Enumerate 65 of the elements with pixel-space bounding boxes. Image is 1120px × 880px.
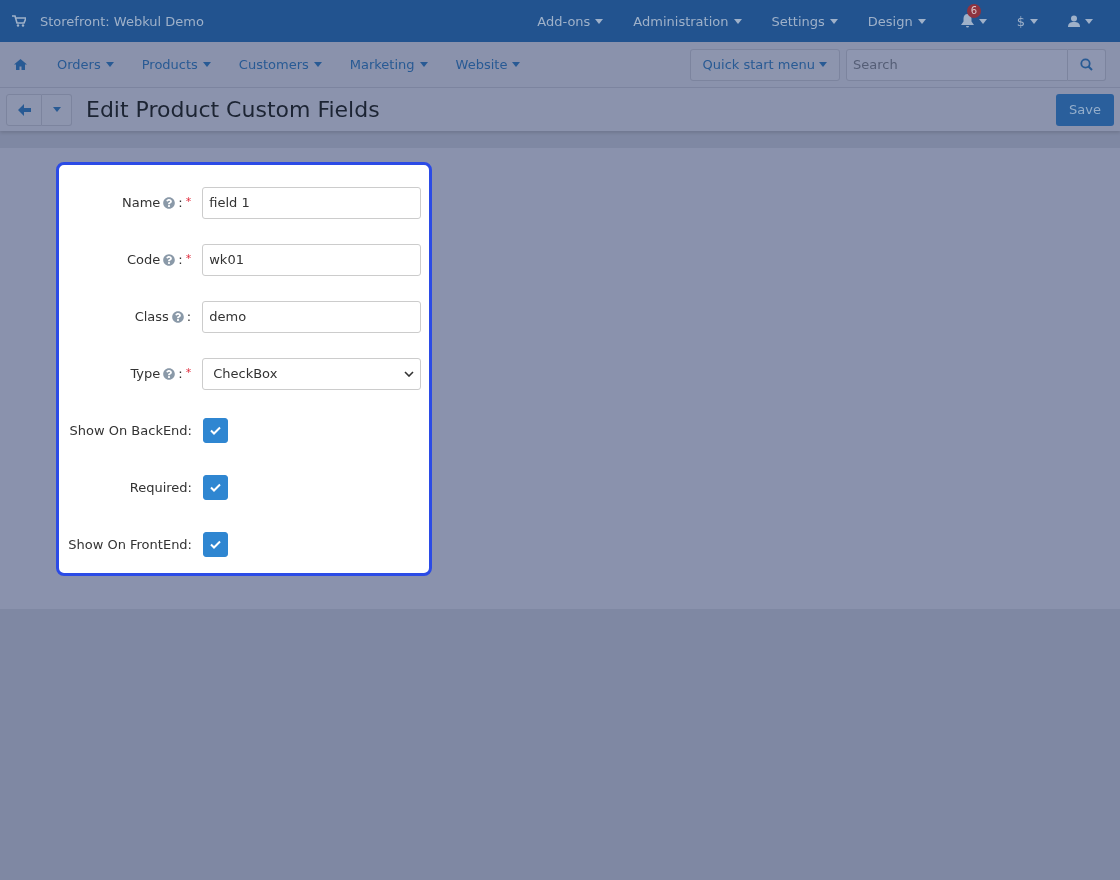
field-label: Name xyxy=(121,195,161,210)
caret-icon xyxy=(512,62,521,67)
page-title: Edit Product Custom Fields xyxy=(86,97,381,122)
field-label: Type xyxy=(130,366,161,381)
notifications-menu[interactable] xyxy=(960,14,987,28)
field-label: Show On BackEnd: xyxy=(69,423,192,438)
field-label: Required: xyxy=(129,480,192,495)
caret-icon xyxy=(105,62,114,67)
nav-item[interactable]: Marketing xyxy=(349,57,428,72)
caret-icon xyxy=(1030,18,1038,24)
caret-icon xyxy=(978,18,987,24)
field-label: Show On FrontEnd: xyxy=(68,537,192,552)
chevron-down-icon xyxy=(404,370,414,377)
colon: : xyxy=(178,252,183,267)
caret-icon xyxy=(733,18,742,24)
arrow-left-icon xyxy=(17,103,31,116)
caret-icon xyxy=(595,18,604,24)
store-name: Storefront: Webkul Demo xyxy=(40,13,205,29)
caret-icon xyxy=(1085,18,1093,24)
top-menu[interactable]: Administration xyxy=(633,13,742,29)
text-field[interactable]: wk01 xyxy=(202,243,421,276)
field-label: Code xyxy=(127,252,161,267)
check-icon xyxy=(210,426,221,435)
quick-start-menu[interactable]: Quick start menu xyxy=(689,48,840,81)
nav-item[interactable]: Orders xyxy=(57,57,114,72)
user-menu[interactable] xyxy=(1068,15,1093,27)
nav-item[interactable]: Products xyxy=(141,57,211,72)
save-button[interactable]: Save xyxy=(1056,93,1114,126)
check-icon xyxy=(210,540,221,549)
caret-icon xyxy=(313,62,322,67)
top-menu[interactable]: Design xyxy=(867,13,926,29)
required-mark: * xyxy=(185,195,192,208)
text-field[interactable]: field 1 xyxy=(202,186,421,219)
cart-icon xyxy=(12,15,26,27)
required-mark: * xyxy=(185,366,192,379)
bell-icon xyxy=(960,14,974,28)
checkbox[interactable] xyxy=(203,532,228,557)
search-field[interactable]: Search xyxy=(846,48,1068,81)
caret-icon xyxy=(419,62,428,67)
nav-item[interactable]: Website xyxy=(455,57,521,72)
caret-icon xyxy=(829,18,838,24)
checkbox[interactable] xyxy=(203,418,228,443)
required-mark: * xyxy=(185,252,192,265)
search-button[interactable] xyxy=(1068,48,1106,81)
notification-count: 6 xyxy=(966,4,982,18)
text-field[interactable]: demo xyxy=(202,300,421,333)
caret-icon xyxy=(819,62,827,67)
colon: : xyxy=(178,195,183,210)
back-button[interactable] xyxy=(6,93,42,126)
colon: : xyxy=(178,366,183,381)
user-icon xyxy=(1068,15,1080,27)
colon: : xyxy=(186,309,192,324)
nav-item[interactable]: Customers xyxy=(238,57,322,72)
currency-menu[interactable]: $ xyxy=(1016,13,1038,29)
field-label: Class xyxy=(134,309,169,324)
checkbox[interactable] xyxy=(203,475,228,500)
top-menu[interactable]: Add-ons xyxy=(537,13,604,29)
type-select[interactable]: CheckBox xyxy=(202,357,421,390)
check-icon xyxy=(210,483,221,492)
home-icon[interactable] xyxy=(14,59,27,70)
caret-icon xyxy=(917,18,926,24)
search-icon xyxy=(1080,58,1093,71)
caret-icon xyxy=(52,107,61,112)
top-menu[interactable]: Settings xyxy=(771,13,838,29)
caret-icon xyxy=(202,62,211,67)
